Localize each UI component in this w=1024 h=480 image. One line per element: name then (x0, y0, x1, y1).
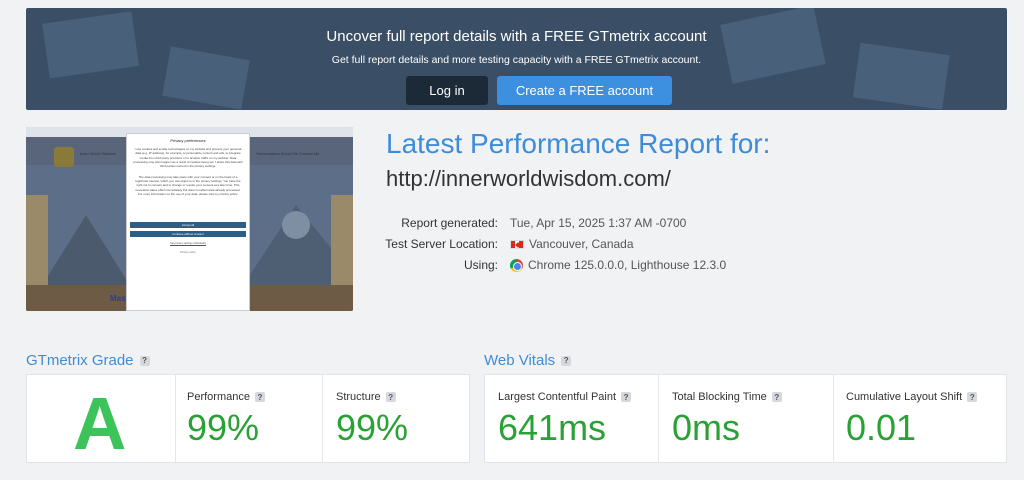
help-icon[interactable]: ? (254, 392, 265, 402)
card-divider (322, 375, 323, 462)
using-text: Chrome 125.0.0.0, Lighthouse 12.3.0 (528, 258, 727, 272)
help-icon[interactable]: ? (621, 392, 632, 402)
login-button[interactable]: Log in (406, 76, 488, 105)
structure-label: Structure ? (336, 391, 396, 403)
create-account-button[interactable]: Create a FREE account (497, 76, 672, 105)
continue-without-consent-button[interactable]: Continue without consent (130, 230, 246, 237)
help-icon[interactable]: ? (771, 392, 782, 402)
site-logo (54, 147, 74, 167)
report-generated-label: Report generated: (401, 216, 498, 230)
card-divider (833, 375, 834, 462)
server-location-text: Vancouver, Canada (529, 237, 634, 251)
banner-subtitle: Get full report details and more testing… (331, 54, 702, 66)
report-url: http://innerworldwisdom.com/ (386, 166, 671, 191)
report-generated-text: Tue, Apr 15, 2025 1:37 AM -0700 (510, 216, 687, 230)
report-title: Latest Performance Report for: (386, 128, 771, 159)
gtmetrix-grade-title: GTmetrix Grade (26, 352, 134, 369)
web-vitals-heading: Web Vitals ? (484, 352, 572, 369)
lcp-value: 641ms (498, 407, 607, 448)
help-icon[interactable]: ? (385, 392, 396, 402)
performance-label: Performance ? (187, 391, 265, 403)
gtmetrix-grade-card: A Performance ? 99% Structure ? 99% (26, 374, 470, 465)
cls-value: 0.01 (846, 407, 917, 448)
tbt-value: 0ms (672, 407, 741, 448)
report-generated-value: Tue, Apr 15, 2025 1:37 AM -0700 (510, 216, 686, 230)
privacy-policy-link[interactable]: Privacy policy (127, 251, 249, 254)
performance-label-text: Performance (187, 391, 250, 403)
using-value: Chrome 125.0.0.0, Lighthouse 12.3.0 (510, 258, 726, 272)
privacy-modal-text: I use cookies and similar technologies o… (133, 147, 243, 169)
banner-title: Uncover full report details with a FREE … (326, 28, 707, 45)
canada-flag-icon (510, 239, 524, 249)
cls-label: Cumulative Layout Shift ? (846, 391, 978, 403)
lcp-label: Largest Contentful Paint ? (498, 391, 632, 403)
privacy-modal: Privacy preferences I use cookies and si… (126, 133, 250, 311)
using-label: Using: (463, 258, 498, 272)
site-name: Inner World Wisdom (80, 151, 117, 156)
cls-label-text: Cumulative Layout Shift (846, 391, 963, 403)
help-icon[interactable]: ? (561, 355, 572, 366)
structure-value: 99% (336, 407, 409, 448)
web-vitals-title: Web Vitals (484, 352, 556, 369)
server-location-label: Test Server Location: (385, 237, 498, 251)
web-vitals-card: Largest Contentful Paint ? 641ms Total B… (484, 374, 1007, 463)
privacy-modal-text-2: The data processing may take place with … (135, 174, 241, 197)
grade-letter: A (73, 382, 127, 465)
lcp-label-text: Largest Contentful Paint (498, 391, 617, 403)
gtmetrix-grade-heading: GTmetrix Grade ? (26, 352, 150, 369)
privacy-settings-link[interactable]: Set privacy settings individually (127, 242, 249, 245)
accept-all-button[interactable]: Accept all (130, 221, 246, 228)
server-location-value: Vancouver, Canada (510, 237, 634, 251)
help-icon[interactable]: ? (967, 392, 978, 402)
tbt-label: Total Blocking Time ? (672, 391, 782, 403)
signup-banner: Uncover full report details with a FREE … (26, 8, 1007, 110)
card-divider (658, 375, 659, 462)
card-divider (175, 375, 176, 462)
chrome-icon (510, 258, 523, 272)
structure-label-text: Structure (336, 391, 381, 403)
site-nav: Homemakers About Me Contact Me (256, 151, 320, 156)
performance-value: 99% (187, 407, 260, 448)
help-icon[interactable]: ? (139, 355, 150, 366)
tbt-label-text: Total Blocking Time (672, 391, 767, 403)
